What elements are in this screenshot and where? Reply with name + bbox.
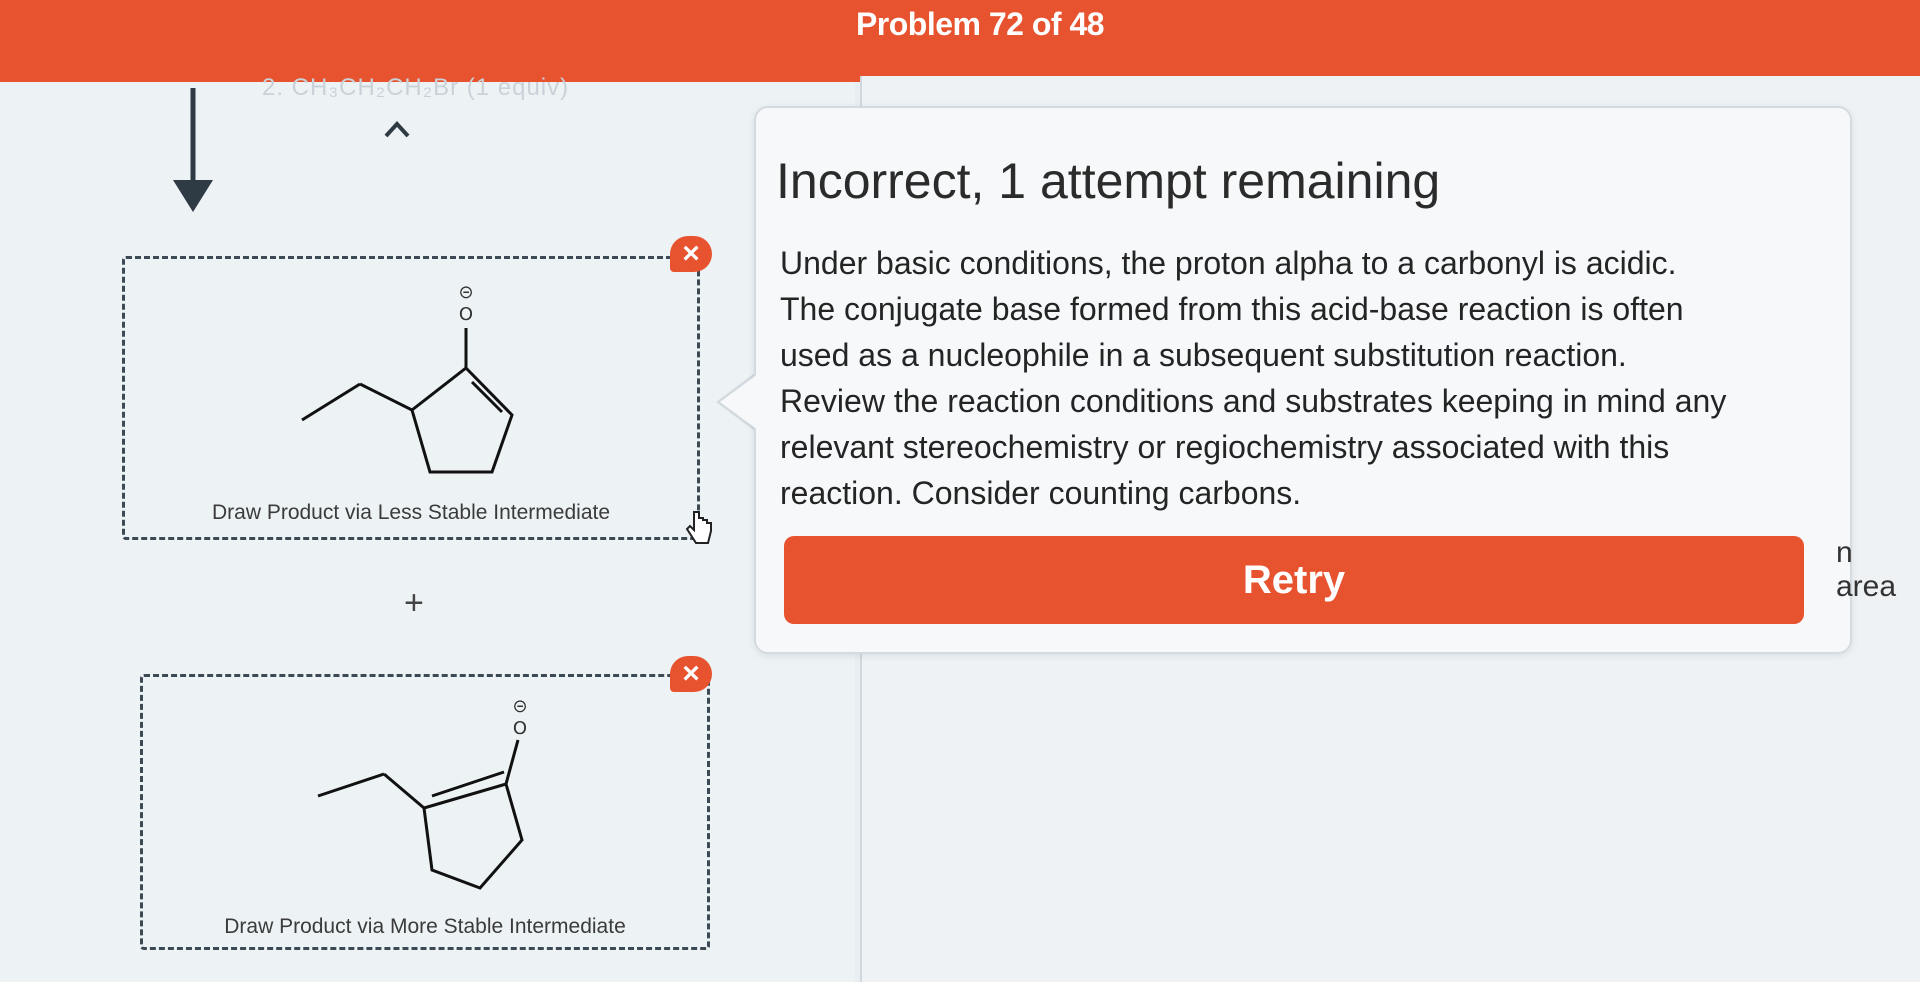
hand-cursor-icon [685,511,712,544]
feedback-line: Under basic conditions, the proton alpha… [780,245,1677,281]
charge-label: ⊝ [512,696,527,717]
popover-pointer-fill [720,374,758,430]
enolate-structure-1[interactable]: ⊝ O [290,270,530,490]
feedback-message: Under basic conditions, the proton alpha… [780,240,1810,516]
feedback-line: reaction. Consider counting carbons. [780,475,1302,511]
clear-box-1-button[interactable]: × [670,236,712,272]
problem-counter: Problem 72 of 48 [855,6,1105,42]
retry-button[interactable]: Retry [784,536,1804,624]
reagent-text: 2. CH₃CH₂CH₂Br (1 equiv) [262,74,570,101]
close-x-icon: × [682,657,700,690]
oxygen-label: O [459,304,473,325]
feedback-title: Incorrect, 1 attempt remaining [776,153,1441,209]
drawing-area-label: n area [1836,536,1897,603]
feedback-popover: Incorrect, 1 attempt remaining Under bas… [754,106,1852,654]
draw-box-label: Draw Product via Less Stable Intermediat… [211,501,611,524]
clear-box-2-button[interactable]: × [670,656,712,692]
draw-box-label: Draw Product via More Stable Intermediat… [224,915,626,938]
plus-sign: + [404,584,424,622]
oxygen-label: O [513,718,527,739]
enolate-structure-2[interactable]: ⊝ O [310,692,550,902]
feedback-line: The conjugate base formed from this acid… [780,291,1684,327]
caret-up-icon[interactable] [380,112,414,146]
close-x-icon: × [682,237,700,270]
feedback-line: used as a nucleophile in a subsequent su… [780,337,1627,373]
down-arrow-icon [173,88,213,212]
charge-label: ⊝ [458,282,473,303]
feedback-line: Review the reaction conditions and subst… [780,383,1727,419]
top-bar: Problem 72 of 48 [0,0,1920,82]
feedback-line: relevant stereochemistry or regiochemist… [780,429,1670,465]
